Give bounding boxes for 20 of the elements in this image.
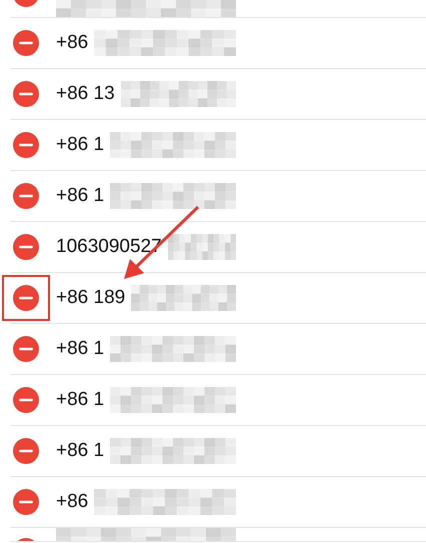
delete-icon[interactable] (13, 438, 39, 464)
delete-icon[interactable] (13, 336, 39, 362)
delete-icon[interactable] (13, 30, 39, 56)
phone-number: +86 (56, 32, 88, 54)
delete-icon[interactable] (13, 387, 39, 413)
phone-number: +86 (56, 491, 88, 513)
delete-icon[interactable] (13, 183, 39, 209)
redaction-mosaic (168, 234, 236, 260)
phone-number: +86 13 (56, 83, 115, 105)
delete-icon[interactable] (13, 489, 39, 515)
phone-number: +86 189 (56, 287, 126, 309)
delete-icon[interactable] (13, 81, 39, 107)
delete-icon[interactable] (13, 285, 39, 311)
phone-number: +86 1 (56, 185, 104, 207)
delete-icon[interactable] (13, 132, 39, 158)
delete-icon[interactable] (13, 234, 39, 260)
phone-number: +86 1 (56, 440, 104, 462)
phone-number: +86 1 (56, 338, 104, 360)
phone-number: +86 1 (56, 134, 104, 156)
phone-number: +86 1 (56, 389, 104, 411)
